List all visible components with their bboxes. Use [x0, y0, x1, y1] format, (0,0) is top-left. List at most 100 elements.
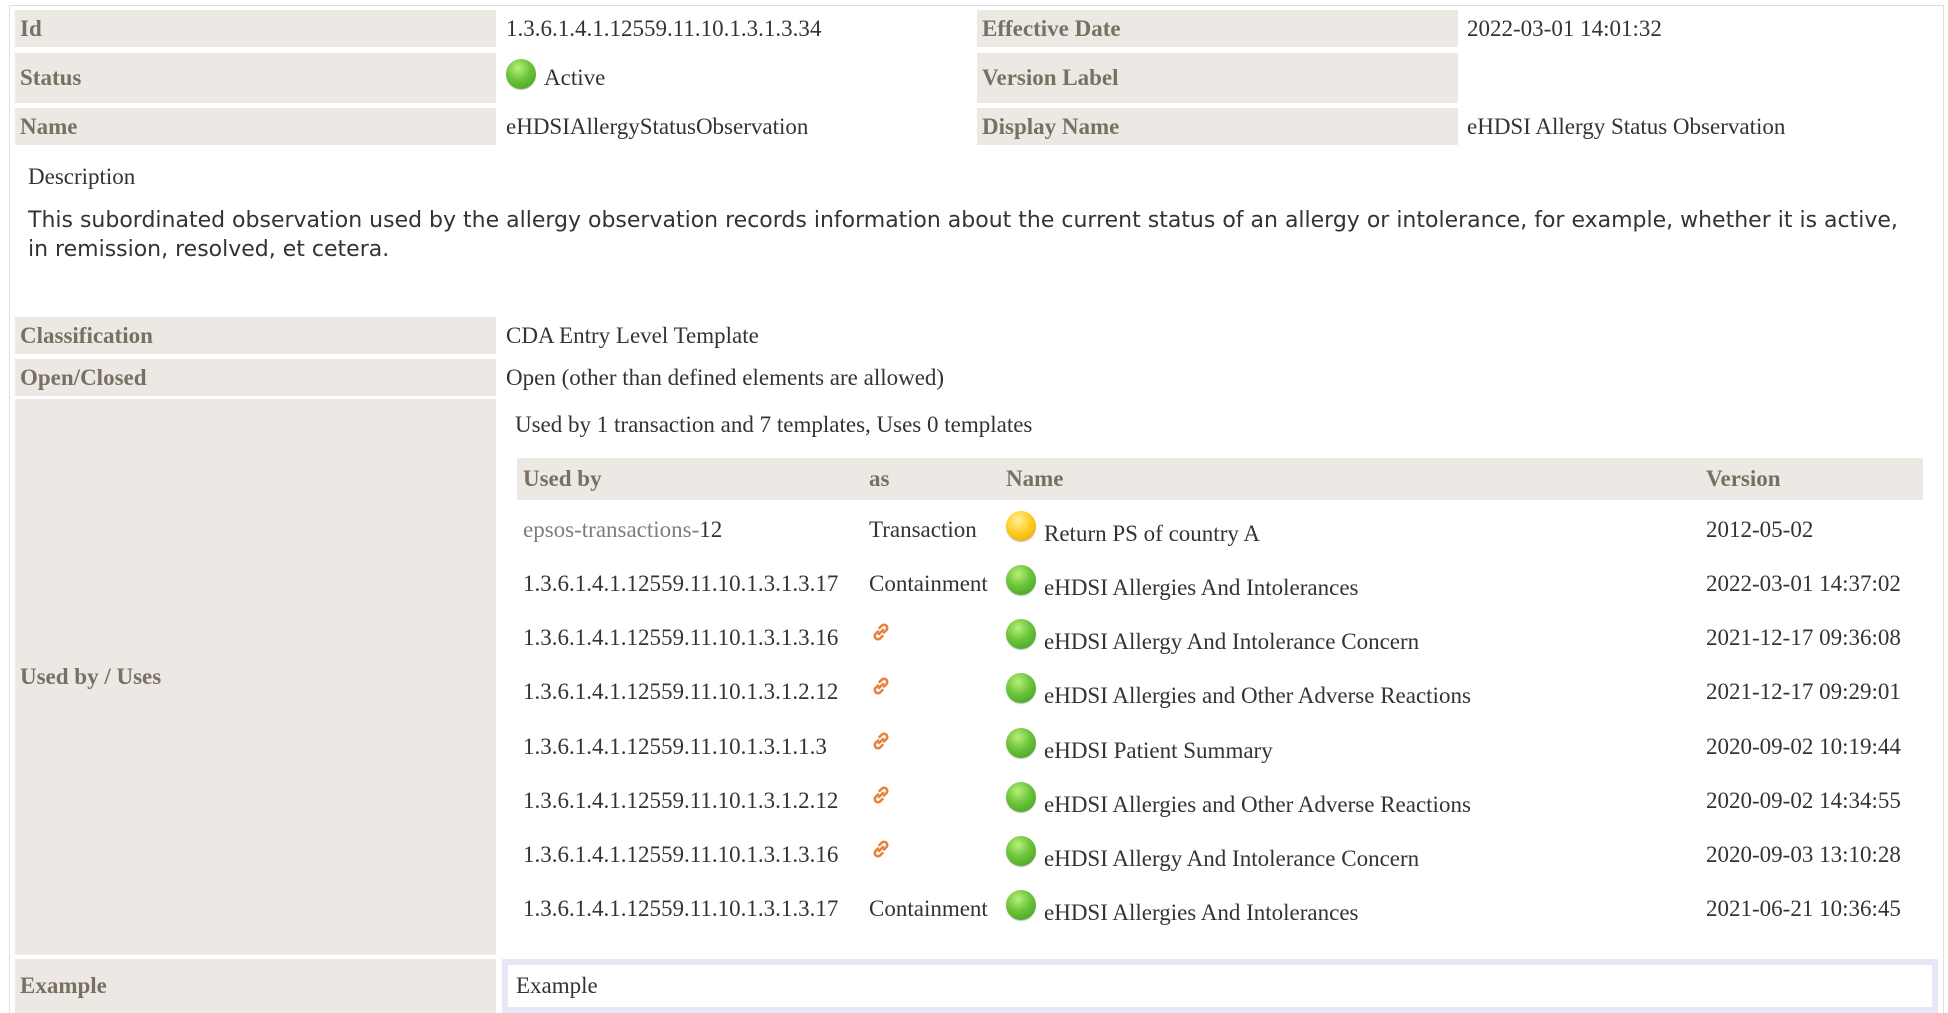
used-by-id: 1.3.6.1.4.1.12559.11.10.1.3.1.3.16 [523, 828, 838, 882]
open-closed-label: Open/Closed [15, 359, 496, 396]
used-by-id-text: 12 [699, 517, 723, 542]
green-dot-icon [1006, 782, 1036, 812]
column-as: as [869, 466, 890, 491]
used-by-id-text: 1.3.6.1.4.1.12559.11.10.1.3.1.2.12 [523, 788, 839, 813]
used-by-id: 1.3.6.1.4.1.12559.11.10.1.3.1.3.17 [523, 882, 838, 936]
template-name: eHDSI Allergies And Intolerances [1006, 557, 1358, 611]
used-by-id: 1.3.6.1.4.1.12559.11.10.1.3.1.1.3 [523, 720, 827, 774]
used-as[interactable] [869, 714, 893, 768]
column-name: Name [1006, 466, 1064, 491]
used-by-id: 1.3.6.1.4.1.12559.11.10.1.3.1.2.12 [523, 774, 838, 828]
green-dot-icon [1006, 836, 1036, 866]
link-icon[interactable] [869, 620, 893, 644]
name-label: Name [15, 108, 496, 145]
green-dot-icon [1006, 890, 1036, 920]
description-text: This subordinated observation used by th… [28, 208, 1898, 262]
template-name: eHDSI Allergy And Intolerance Concern [1006, 828, 1419, 882]
used-by-summary: Used by 1 transaction and 7 templates, U… [515, 412, 1033, 437]
active-status-icon [506, 59, 536, 89]
template-name: eHDSI Allergy And Intolerance Concern [1006, 611, 1419, 665]
used-as[interactable] [869, 822, 893, 876]
version-label-label: Version Label [977, 53, 1458, 103]
used-by-uses-label-cell: Used by / Uses [15, 399, 496, 955]
template-name-text: eHDSI Allergies And Intolerances [1044, 900, 1359, 925]
link-icon[interactable] [869, 837, 893, 861]
template-version: 2021-12-17 09:29:01 [1706, 679, 1901, 704]
example-label: Example [15, 959, 496, 1013]
display-name-value: eHDSI Allergy Status Observation [1467, 113, 1786, 139]
template-name: eHDSI Allergies and Other Adverse Reacti… [1006, 774, 1471, 828]
effective-date-label: Effective Date [977, 10, 1458, 47]
template-name-text: eHDSI Allergies And Intolerances [1044, 575, 1359, 600]
table-row: 1.3.6.1.4.1.12559.11.10.1.3.1.3.17 Contai… [517, 557, 1923, 611]
column-version: Version [1706, 466, 1781, 491]
template-version: 2021-06-21 10:36:45 [1706, 896, 1901, 921]
used-by-id[interactable]: epsos-transactions- 12 [523, 503, 722, 557]
classification-value: CDA Entry Level Template [506, 322, 759, 348]
used-by-id-text: 1.3.6.1.4.1.12559.11.10.1.3.1.3.16 [523, 842, 839, 867]
table-row: 1.3.6.1.4.1.12559.11.10.1.3.1.2.12 eHDSI … [517, 665, 1923, 719]
used-as: Transaction [869, 517, 977, 542]
status-text: Active [544, 65, 606, 90]
template-version: 2012-05-02 [1706, 517, 1814, 542]
template-name-text: Return PS of country A [1044, 521, 1260, 546]
green-dot-icon [1006, 673, 1036, 703]
template-version: 2021-12-17 09:36:08 [1706, 625, 1901, 650]
template-version: 2020-09-03 13:10:28 [1706, 842, 1901, 867]
link-icon[interactable] [869, 674, 893, 698]
example-content: Example [508, 965, 1932, 1007]
id-label: Id [15, 10, 496, 47]
yellow-dot-icon [1006, 511, 1036, 541]
green-dot-icon [1006, 619, 1036, 649]
used-by-id: 1.3.6.1.4.1.12559.11.10.1.3.1.3.16 [523, 611, 838, 665]
example-box: Example [502, 959, 1938, 1013]
template-name-text: eHDSI Allergies and Other Adverse Reacti… [1044, 683, 1471, 708]
used-by-id-text: 1.3.6.1.4.1.12559.11.10.1.3.1.3.17 [523, 896, 839, 921]
table-row: 1.3.6.1.4.1.12559.11.10.1.3.1.3.16 eHDSI … [517, 828, 1923, 882]
template-name: Return PS of country A [1006, 503, 1260, 557]
green-dot-icon [1006, 565, 1036, 595]
used-by-id-text: 1.3.6.1.4.1.12559.11.10.1.3.1.3.17 [523, 571, 839, 596]
template-name-text: eHDSI Allergies and Other Adverse Reacti… [1044, 792, 1471, 817]
template-name: eHDSI Allergies and Other Adverse Reacti… [1006, 665, 1471, 719]
used-by-id: 1.3.6.1.4.1.12559.11.10.1.3.1.3.17 [523, 557, 838, 611]
used-by-id: 1.3.6.1.4.1.12559.11.10.1.3.1.2.12 [523, 665, 838, 719]
table-row: 1.3.6.1.4.1.12559.11.10.1.3.1.1.3 eHDSI P… [517, 720, 1923, 774]
link-icon[interactable] [869, 729, 893, 753]
table-row: 1.3.6.1.4.1.12559.11.10.1.3.1.3.16 eHDSI … [517, 611, 1923, 665]
used-by-id-text: 1.3.6.1.4.1.12559.11.10.1.3.1.3.16 [523, 625, 839, 650]
template-version: 2020-09-02 10:19:44 [1706, 734, 1901, 759]
used-as: Containment [869, 896, 988, 921]
used-by-id-text: 1.3.6.1.4.1.12559.11.10.1.3.1.2.12 [523, 679, 839, 704]
used-by-table-header: Used by as Name Version [517, 458, 1923, 500]
transaction-prefix[interactable]: epsos-transactions- [523, 517, 699, 543]
table-row: 1.3.6.1.4.1.12559.11.10.1.3.1.2.12 eHDSI … [517, 774, 1923, 828]
name-value: eHDSIAllergyStatusObservation [506, 113, 809, 139]
template-name-text: eHDSI Allergy And Intolerance Concern [1044, 629, 1420, 654]
description-heading: Description [28, 164, 136, 189]
template-name: eHDSI Allergies And Intolerances [1006, 882, 1358, 936]
template-name-text: eHDSI Patient Summary [1044, 738, 1273, 763]
table-row: epsos-transactions- 12 Transaction Return P… [517, 503, 1923, 557]
used-by-uses-label: Used by / Uses [20, 664, 162, 689]
used-by-id-text: 1.3.6.1.4.1.12559.11.10.1.3.1.1.3 [523, 734, 827, 759]
status-value: Active [506, 53, 605, 103]
used-as: Containment [869, 571, 988, 596]
template-version: 2022-03-01 14:37:02 [1706, 571, 1901, 596]
template-name: eHDSI Patient Summary [1006, 720, 1273, 774]
id-value: 1.3.6.1.4.1.12559.11.10.1.3.1.3.34 [506, 15, 822, 41]
effective-date-value: 2022-03-01 14:01:32 [1467, 15, 1662, 41]
green-dot-icon [1006, 728, 1036, 758]
used-as[interactable] [869, 659, 893, 713]
template-name-text: eHDSI Allergy And Intolerance Concern [1044, 846, 1420, 871]
template-version: 2020-09-02 14:34:55 [1706, 788, 1901, 813]
column-used-by: Used by [523, 466, 602, 491]
display-name-label: Display Name [977, 108, 1458, 145]
link-icon[interactable] [869, 783, 893, 807]
used-as[interactable] [869, 605, 893, 659]
table-row: 1.3.6.1.4.1.12559.11.10.1.3.1.3.17 Contai… [517, 882, 1923, 936]
classification-label: Classification [15, 317, 496, 354]
used-as[interactable] [869, 768, 893, 822]
status-label: Status [15, 53, 496, 103]
open-closed-value: Open (other than defined elements are al… [506, 364, 945, 390]
